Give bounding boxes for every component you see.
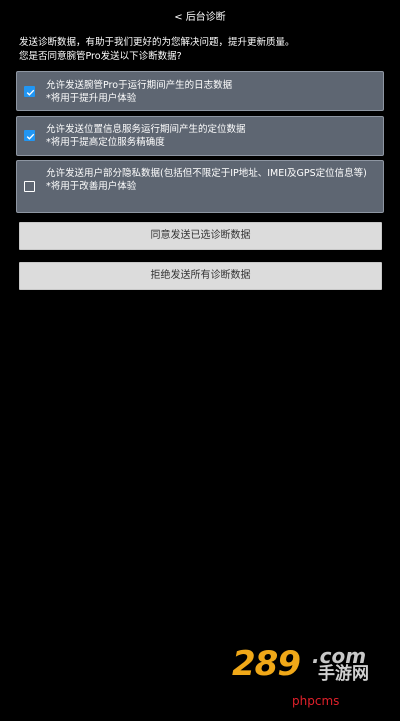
checkbox-checked-icon[interactable] — [24, 130, 35, 141]
option-note: *将用于改善用户体验 — [46, 181, 137, 192]
back-chevron-icon[interactable]: < — [174, 8, 182, 28]
page-title: 后台诊断 — [185, 12, 226, 23]
reject-all-button[interactable]: 拒绝发送所有诊断数据 — [19, 262, 382, 290]
option-privacy-data[interactable]: 允许发送用户部分隐私数据(包括但不限定于IP地址、IMEI及GPS定位信息等) … — [16, 160, 384, 213]
option-log-data[interactable]: 允许发送腕管Pro于运行期间产生的日志数据 *将用于提升用户体验 — [16, 71, 384, 111]
top-bar[interactable]: < 后台诊断 — [0, 8, 400, 28]
option-location-data[interactable]: 允许发送位置信息服务运行期间产生的定位数据 *将用于提高定位服务精确度 — [16, 116, 384, 156]
watermark-logo-number: 289 — [232, 644, 301, 684]
screen: < 后台诊断 发送诊断数据，有助于我们更好的为您解决问题，提升更新质量。 您是否同… — [0, 0, 400, 721]
option-title: 允许发送腕管Pro于运行期间产生的日志数据 — [46, 80, 233, 91]
watermark-text: phpcms — [292, 694, 340, 708]
intro-text: 发送诊断数据，有助于我们更好的为您解决问题，提升更新质量。 您是否同意腕管Pro… — [19, 36, 389, 64]
option-text: 允许发送腕管Pro于运行期间产生的日志数据 *将用于提升用户体验 — [46, 79, 375, 105]
option-title: 允许发送用户部分隐私数据(包括但不限定于IP地址、IMEI及GPS定位信息等) — [46, 168, 367, 179]
watermark-logo-cn: 手游网 — [318, 664, 369, 684]
watermark-logo-domain: .com — [312, 644, 367, 668]
option-title: 允许发送位置信息服务运行期间产生的定位数据 — [46, 124, 246, 135]
watermark-logo: 289 .com 手游网 — [232, 644, 382, 684]
option-note: *将用于提高定位服务精确度 — [46, 137, 165, 148]
intro-line-1: 发送诊断数据，有助于我们更好的为您解决问题，提升更新质量。 — [19, 37, 295, 48]
intro-line-2: 您是否同意腕管Pro发送以下诊断数据? — [19, 51, 182, 62]
option-note: *将用于提升用户体验 — [46, 93, 137, 104]
checkbox-unchecked-icon[interactable] — [24, 181, 35, 192]
agree-selected-button[interactable]: 同意发送已选诊断数据 — [19, 222, 382, 250]
option-text: 允许发送位置信息服务运行期间产生的定位数据 *将用于提高定位服务精确度 — [46, 123, 375, 149]
checkbox-checked-icon[interactable] — [24, 86, 35, 97]
option-text: 允许发送用户部分隐私数据(包括但不限定于IP地址、IMEI及GPS定位信息等) … — [46, 167, 375, 193]
